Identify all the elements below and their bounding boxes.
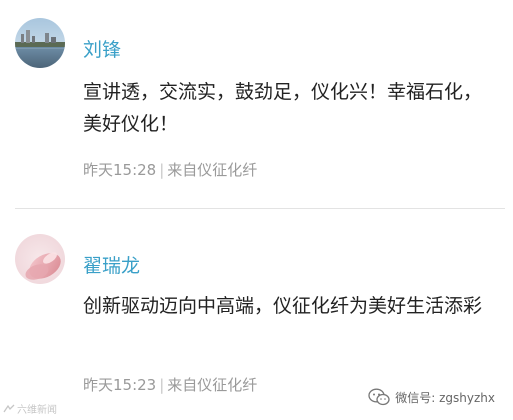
- avatar[interactable]: [15, 234, 65, 284]
- comment-source: 来自仪征化纤: [167, 161, 258, 179]
- wechat-watermark: 微信号: zgshyzhx: [364, 386, 499, 408]
- commenter-name[interactable]: 翟瑞龙: [83, 254, 140, 278]
- commenter-name[interactable]: 刘锋: [83, 38, 121, 62]
- meta-separator: |: [159, 161, 165, 179]
- comment-text: 宣讲透，交流实，鼓劲足，仪化兴！幸福石化，美好仪化！: [83, 81, 483, 135]
- watermark-left: 六维新闻: [3, 401, 57, 416]
- comment-source: 来自仪征化纤: [167, 376, 258, 394]
- avatar-landscape-image: [15, 18, 65, 68]
- divider: [15, 208, 505, 209]
- comment-text: 创新驱动迈向中高端，仪征化纤为美好生活添彩: [83, 295, 483, 317]
- watermark-logo-icon: [3, 404, 15, 412]
- avatar-flower-image: [15, 234, 65, 284]
- watermark-left-text: 六维新闻: [17, 405, 57, 416]
- wechat-id-text: 微信号: zgshyzhx: [395, 390, 495, 405]
- comment-item: 刘锋 宣讲透，交流实，鼓劲足，仪化兴！幸福石化，美好仪化！ 昨天15:28 | 来自…: [0, 0, 513, 208]
- avatar[interactable]: [15, 18, 65, 68]
- comment-time: 昨天15:28: [83, 161, 157, 179]
- comment-meta: 昨天15:28 | 来自仪征化纤: [83, 160, 257, 180]
- meta-separator: |: [159, 376, 165, 394]
- comment-meta: 昨天15:23 | 来自仪征化纤: [83, 375, 257, 395]
- comment-time: 昨天15:23: [83, 376, 157, 394]
- wechat-icon: [368, 388, 390, 406]
